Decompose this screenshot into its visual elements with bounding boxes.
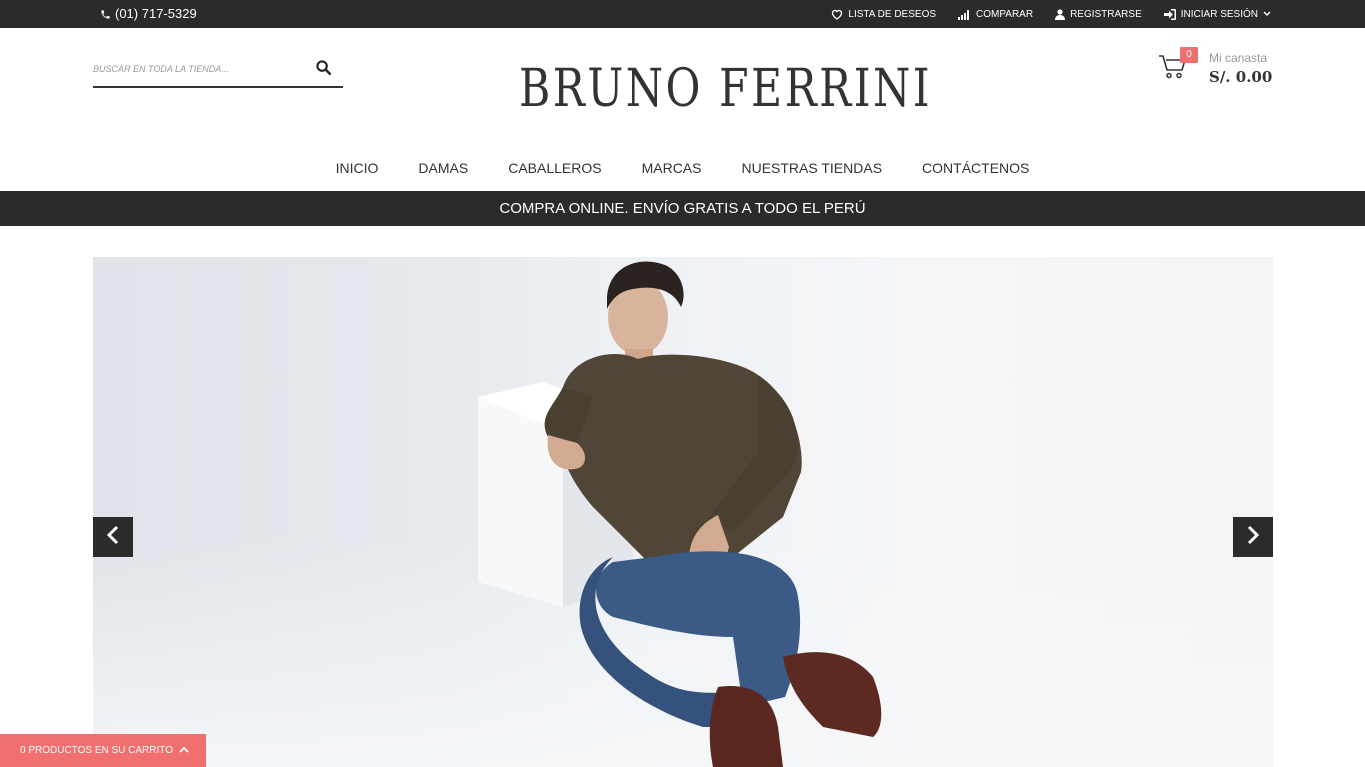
cart-label: Mi canasta <box>1209 51 1268 65</box>
chevron-left-icon <box>106 525 120 550</box>
brand-logo[interactable]: BRUNO FERRINI <box>519 58 930 120</box>
cart-count-badge: 0 <box>1180 47 1198 63</box>
nav-item-damas[interactable]: DAMAS <box>418 150 468 186</box>
phone-icon <box>100 9 111 20</box>
nav-item-caballeros[interactable]: CABALLEROS <box>508 150 601 186</box>
search-input[interactable] <box>93 60 303 78</box>
main-nav: INICIO DAMAS CABALLEROS MARCAS NUESTRAS … <box>0 150 1365 186</box>
wishlist-link[interactable]: LISTA DE DESEOS <box>831 9 936 20</box>
mini-cart-text: 0 PRODUCTOS EN SU CARRITO <box>20 745 173 756</box>
login-label: INICIAR SESIÓN <box>1180 8 1258 20</box>
nav-item-nuestras-tiendas[interactable]: NUESTRAS TIENDAS <box>741 150 882 186</box>
user-icon <box>1055 8 1066 20</box>
sign-in-icon <box>1163 8 1176 20</box>
nav-item-contactenos[interactable]: CONTÁCTENOS <box>922 150 1029 186</box>
phone-text: (01) 717-5329 <box>115 6 197 21</box>
register-label: REGISTRARSE <box>1070 8 1142 20</box>
compare-label: COMPARAR <box>976 8 1034 20</box>
hero-slider <box>93 257 1273 767</box>
phone-number: (01) 717-5329 <box>100 0 197 28</box>
slider-next-button[interactable] <box>1233 517 1273 557</box>
promo-banner: COMPRA ONLINE. ENVÍO GRATIS A TODO EL PE… <box>0 191 1365 226</box>
mini-cart-toggle[interactable]: 0 PRODUCTOS EN SU CARRITO <box>0 734 206 767</box>
chevron-down-icon <box>1263 11 1271 17</box>
cart-total: S/. 0.00 <box>1209 68 1273 86</box>
hero-image <box>478 261 882 767</box>
search-bar <box>93 52 343 88</box>
cart-widget[interactable]: 0 Mi canasta S/. 0.00 <box>1158 46 1278 90</box>
register-link[interactable]: REGISTRARSE <box>1055 9 1142 20</box>
chevron-right-icon <box>1246 525 1260 550</box>
wishlist-label: LISTA DE DESEOS <box>848 8 937 20</box>
top-bar: (01) 717-5329 LISTA DE DESEOS COMPARAR R… <box>0 0 1365 28</box>
compare-link[interactable]: COMPARAR <box>958 9 1033 20</box>
nav-item-marcas[interactable]: MARCAS <box>642 150 702 186</box>
signal-bars-icon <box>958 9 971 20</box>
nav-item-inicio[interactable]: INICIO <box>336 150 379 186</box>
slider-prev-button[interactable] <box>93 517 133 557</box>
login-link[interactable]: INICIAR SESIÓN <box>1163 8 1271 20</box>
heart-icon <box>831 9 843 20</box>
chevron-up-icon <box>179 734 189 767</box>
search-icon[interactable] <box>316 60 331 80</box>
